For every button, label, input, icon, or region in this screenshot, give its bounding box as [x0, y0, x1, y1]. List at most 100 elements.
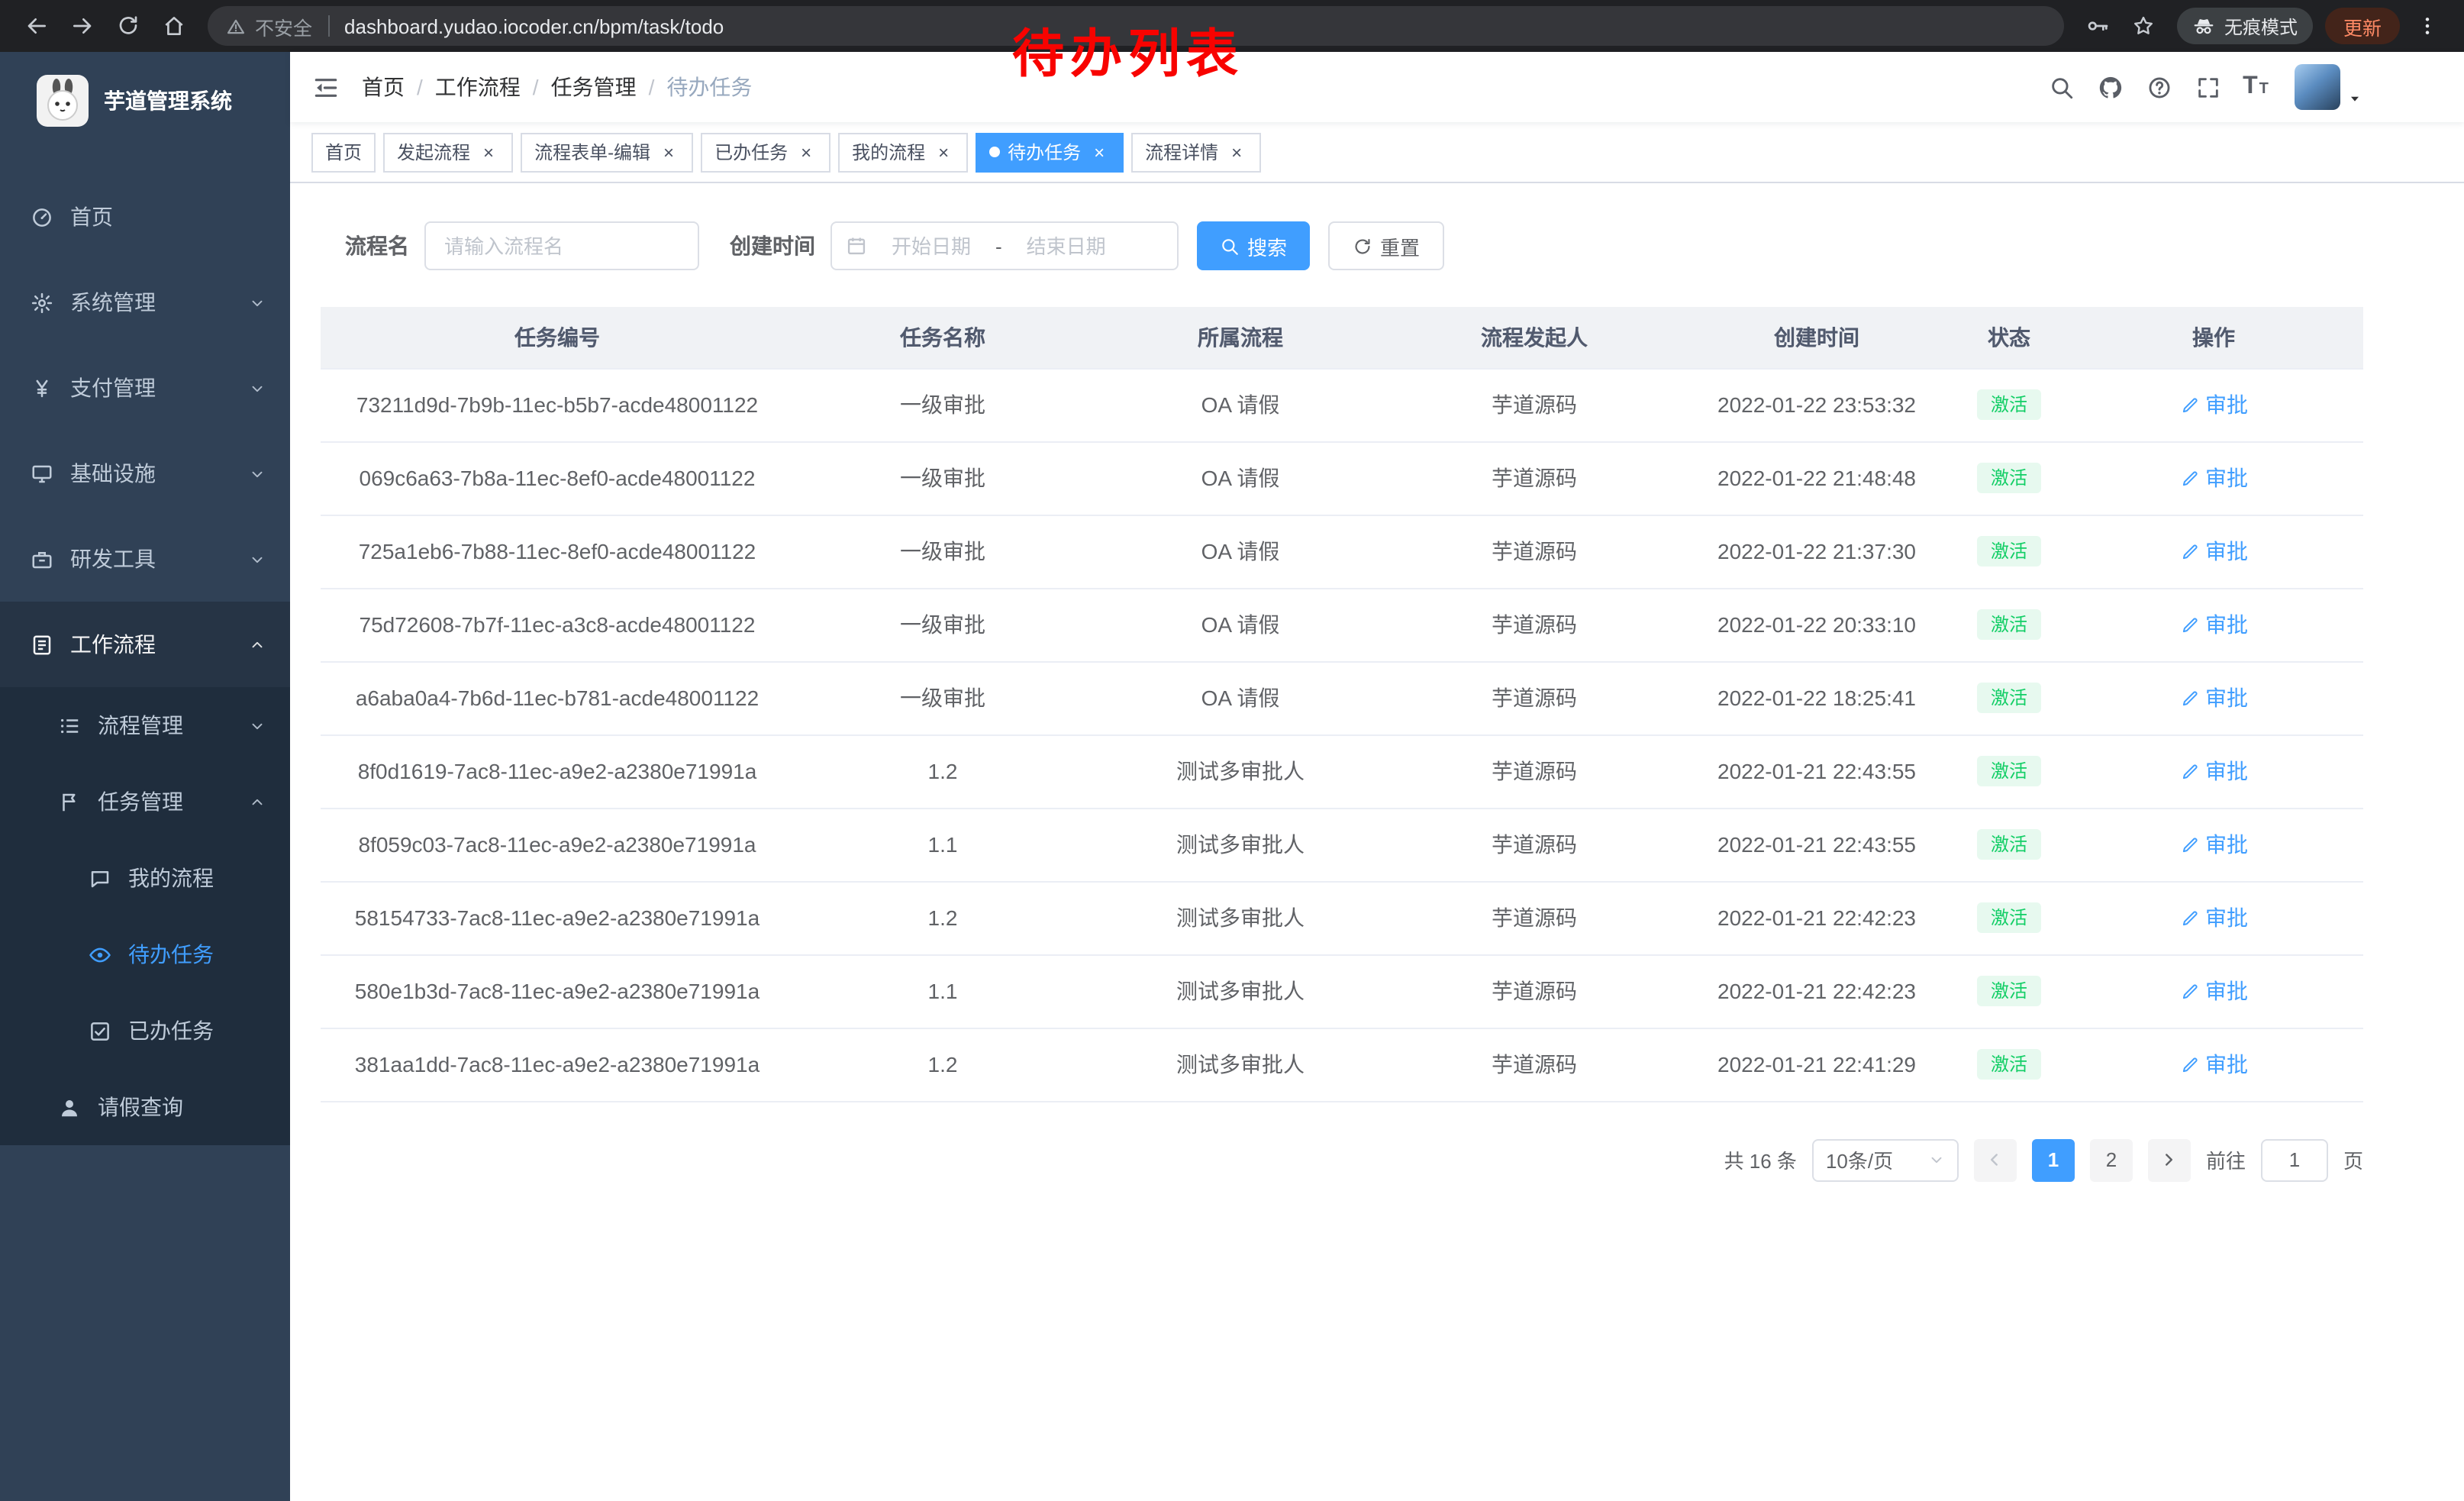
page-button-2[interactable]: 2: [2090, 1138, 2133, 1181]
sidebar-item-infrastructure[interactable]: 基础设施: [0, 431, 290, 516]
forward-icon[interactable]: [61, 5, 104, 47]
chevron-down-icon: [249, 465, 266, 482]
approve-link[interactable]: 审批: [2179, 756, 2248, 786]
close-tab-icon[interactable]: ×: [658, 141, 679, 163]
chevron-left-icon: [1985, 1150, 2005, 1170]
avatar-image: [2295, 64, 2340, 110]
sidebar-item-system[interactable]: 系统管理: [0, 260, 290, 345]
goto-page-input[interactable]: [2261, 1138, 2328, 1181]
tab-my-process[interactable]: 我的流程 ×: [838, 132, 968, 172]
cell-task-id: 725a1eb6-7b88-11ec-8ef0-acde48001122: [321, 515, 794, 588]
calendar-icon: [846, 235, 867, 257]
approve-link[interactable]: 审批: [2179, 463, 2248, 493]
approve-link[interactable]: 审批: [2179, 902, 2248, 933]
edit-icon: [2179, 1054, 2199, 1074]
next-page-button[interactable]: [2148, 1138, 2191, 1181]
table-row: 73211d9d-7b9b-11ec-b5b7-acde48001122 一级审…: [321, 368, 2363, 441]
reload-icon[interactable]: [107, 5, 150, 47]
page-button-1[interactable]: 1: [2032, 1138, 2075, 1181]
cell-task-name: 一级审批: [794, 368, 1092, 441]
close-tab-icon[interactable]: ×: [1226, 141, 1247, 163]
fullscreen-icon[interactable]: [2188, 67, 2227, 107]
cell-initiator: 芋道源码: [1389, 881, 1679, 954]
approve-link[interactable]: 审批: [2179, 389, 2248, 420]
back-icon[interactable]: [15, 5, 58, 47]
tab-done-tasks[interactable]: 已办任务 ×: [701, 132, 830, 172]
star-icon[interactable]: [2122, 5, 2165, 47]
app-logo[interactable]: 芋道管理系统: [0, 52, 290, 150]
cell-initiator: 芋道源码: [1389, 808, 1679, 881]
cell-task-name: 1.1: [794, 954, 1092, 1028]
omnibox-divider: [327, 15, 329, 37]
close-tab-icon[interactable]: ×: [795, 141, 817, 163]
github-icon[interactable]: [2090, 67, 2130, 107]
sidebar-item-task-mgmt[interactable]: 任务管理: [0, 763, 290, 840]
help-icon[interactable]: [2139, 67, 2179, 107]
cell-task-name: 1.2: [794, 734, 1092, 808]
prev-page-button[interactable]: [1974, 1138, 2017, 1181]
cell-process: OA 请假: [1092, 368, 1389, 441]
page-size-select[interactable]: 10条/页: [1812, 1138, 1959, 1181]
sidebar-item-my-process[interactable]: 我的流程: [0, 840, 290, 916]
tab-form-edit[interactable]: 流程表单-编辑 ×: [521, 132, 693, 172]
sidebar-toggle-icon[interactable]: [311, 73, 340, 102]
cell-process: 测试多审批人: [1092, 1028, 1389, 1101]
cell-initiator: 芋道源码: [1389, 368, 1679, 441]
logo-image: [37, 75, 89, 127]
chevron-down-icon: [249, 379, 266, 396]
filter-bar: 流程名 创建时间 - 搜索 重置: [321, 221, 2363, 270]
approve-link[interactable]: 审批: [2179, 536, 2248, 567]
breadcrumb-item: 待办任务 /: [666, 72, 752, 102]
close-tab-icon[interactable]: ×: [478, 141, 499, 163]
approve-link[interactable]: 审批: [2179, 683, 2248, 713]
approve-link[interactable]: 审批: [2179, 1049, 2248, 1080]
tab-process-detail[interactable]: 流程详情 ×: [1131, 132, 1261, 172]
cell-initiator: 芋道源码: [1389, 588, 1679, 661]
font-size-icon[interactable]: [2237, 67, 2276, 107]
total-count: 共 16 条: [1724, 1145, 1797, 1174]
sidebar-item-leave-query[interactable]: 请假查询: [0, 1069, 290, 1145]
sidebar-item-devtools[interactable]: 研发工具: [0, 516, 290, 602]
tab-todo-tasks[interactable]: 待办任务 ×: [976, 132, 1124, 172]
sidebar-item-todo-tasks[interactable]: 待办任务: [0, 916, 290, 993]
start-date-input[interactable]: [873, 234, 989, 257]
date-range-picker[interactable]: -: [830, 221, 1179, 270]
home-icon[interactable]: [153, 5, 195, 47]
sidebar-item-done-tasks[interactable]: 已办任务: [0, 993, 290, 1069]
sidebar-item-home[interactable]: 首页: [0, 174, 290, 260]
process-name-input[interactable]: [424, 221, 699, 270]
sidebar-item-process-mgmt[interactable]: 流程管理: [0, 687, 290, 763]
search-button[interactable]: 搜索: [1197, 221, 1310, 270]
search-icon: [1220, 236, 1240, 256]
edit-icon: [2179, 834, 2199, 854]
tab-home[interactable]: 首页: [311, 132, 376, 172]
column-header: 流程发起人: [1389, 307, 1679, 368]
chevron-down-icon: [249, 550, 266, 567]
cell-task-id: 8f059c03-7ac8-11ec-a9e2-a2380e71991a: [321, 808, 794, 881]
end-date-input[interactable]: [1008, 234, 1124, 257]
close-tab-icon[interactable]: ×: [933, 141, 954, 163]
sidebar-item-workflow[interactable]: 工作流程: [0, 602, 290, 687]
browser-menu-kebab-icon[interactable]: [2406, 5, 2449, 47]
search-icon[interactable]: [2041, 67, 2081, 107]
edit-icon: [2179, 615, 2199, 634]
active-tab-dot: [989, 147, 1000, 157]
tasks-icon: [58, 790, 81, 813]
user-avatar[interactable]: [2295, 64, 2363, 110]
approve-link[interactable]: 审批: [2179, 829, 2248, 860]
approve-link[interactable]: 审批: [2179, 609, 2248, 640]
cell-created: 2022-01-21 22:43:55: [1679, 808, 1954, 881]
close-tab-icon[interactable]: ×: [1088, 141, 1110, 163]
refresh-icon: [1353, 236, 1372, 256]
approve-link[interactable]: 审批: [2179, 976, 2248, 1006]
cell-process: 测试多审批人: [1092, 881, 1389, 954]
chrome-action-buttons: [2076, 5, 2165, 47]
update-button[interactable]: 更新: [2325, 8, 2400, 44]
key-icon[interactable]: [2076, 5, 2119, 47]
edit-icon: [2179, 908, 2199, 928]
tab-start-process[interactable]: 发起流程 ×: [383, 132, 513, 172]
sidebar-item-payment[interactable]: 支付管理: [0, 345, 290, 431]
goto-label: 前往: [2206, 1145, 2246, 1174]
reset-button[interactable]: 重置: [1328, 221, 1444, 270]
status-badge: 激活: [1977, 829, 2041, 860]
